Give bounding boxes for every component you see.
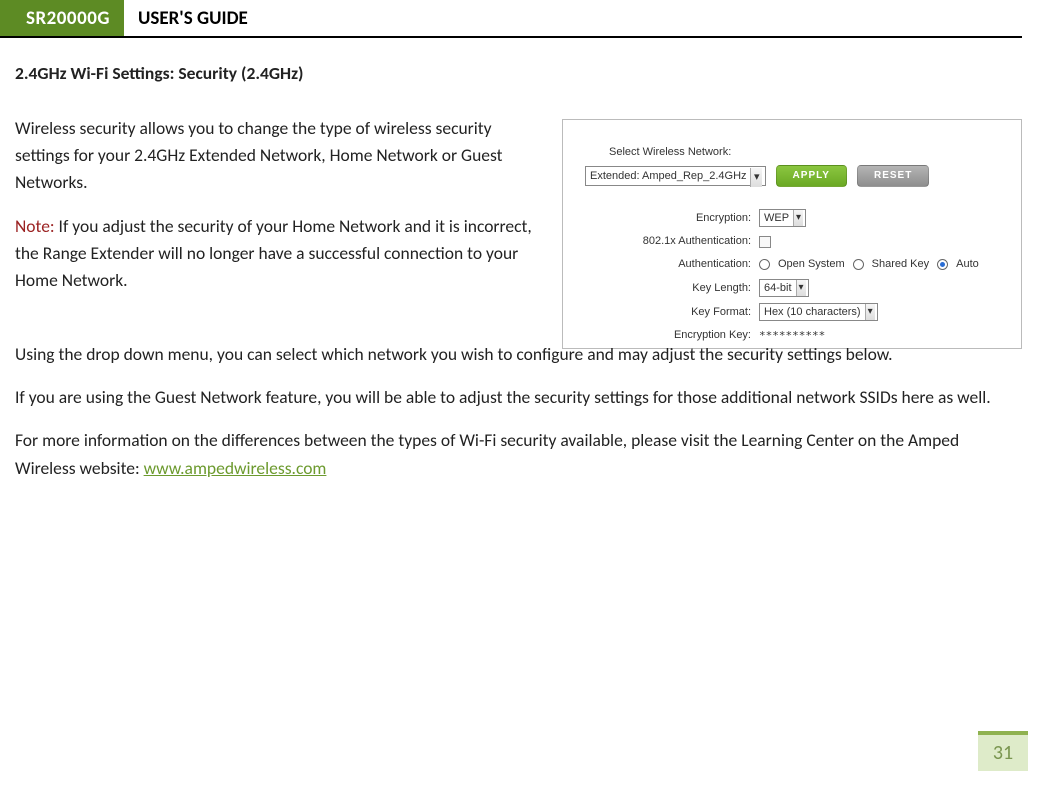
apply-button[interactable]: APPLY: [776, 165, 847, 187]
paragraph-intro: Wireless security allows you to change t…: [15, 115, 540, 196]
body-text-column: Wireless security allows you to change t…: [15, 115, 540, 349]
auth-opt-shared: Shared Key: [872, 256, 929, 273]
amped-link[interactable]: www.ampedwireless.com: [144, 457, 327, 479]
settings-panel: Select Wireless Network: Extended: Amped…: [562, 119, 1022, 349]
auth-opt-auto: Auto: [956, 256, 979, 273]
page-number: 31: [978, 731, 1028, 771]
doc-title: USER'S GUIDE: [124, 0, 262, 36]
dot1x-label: 802.1x Authentication:: [629, 233, 759, 250]
select-network-label: Select Wireless Network:: [609, 144, 999, 161]
auth-radio-open[interactable]: [759, 259, 770, 270]
reset-button[interactable]: RESET: [857, 165, 929, 187]
keyfmt-select[interactable]: Hex (10 characters): [759, 303, 878, 321]
encryption-label: Encryption:: [629, 210, 759, 227]
keyfmt-label: Key Format:: [629, 304, 759, 321]
page-content: 2.4GHz Wi-Fi Settings: Security (2.4GHz)…: [0, 38, 1042, 482]
keylen-select[interactable]: 64-bit: [759, 279, 809, 297]
dot1x-checkbox[interactable]: [759, 236, 771, 248]
paragraph-dropdown: Using the drop down menu, you can select…: [15, 341, 1022, 368]
network-select[interactable]: Extended: Amped_Rep_2.4GHz: [585, 166, 766, 186]
product-badge: SR20000G: [0, 0, 124, 36]
auth-opt-open: Open System: [778, 256, 845, 273]
keylen-label: Key Length:: [629, 280, 759, 297]
auth-radio-shared[interactable]: [853, 259, 864, 270]
section-heading: 2.4GHz Wi-Fi Settings: Security (2.4GHz): [15, 60, 1022, 87]
auth-label: Authentication:: [629, 256, 759, 273]
auth-radio-auto[interactable]: [937, 259, 948, 270]
paragraph-note: Note: If you adjust the security of your…: [15, 213, 540, 294]
encryption-select[interactable]: WEP: [759, 209, 806, 227]
doc-header: SR20000G USER'S GUIDE: [0, 0, 1022, 38]
paragraph-guest: If you are using the Guest Network featu…: [15, 384, 1022, 411]
paragraph-moreinfo: For more information on the differences …: [15, 427, 1022, 481]
note-label: Note:: [15, 215, 55, 237]
note-text: If you adjust the security of your Home …: [15, 215, 532, 291]
